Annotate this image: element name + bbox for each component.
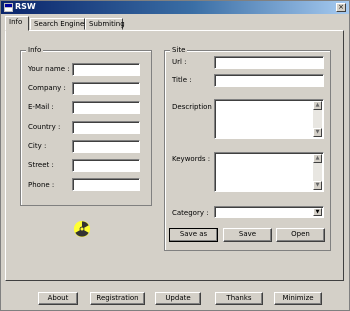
your-name-label: Your name : (28, 65, 70, 73)
country-label: Country : (28, 123, 61, 131)
company-label: Company : (28, 84, 66, 92)
keywords-label: Keywords : (172, 155, 211, 163)
city-field[interactable] (72, 140, 140, 153)
scroll-up-icon[interactable]: ▲ (313, 154, 322, 163)
category-label: Category : (172, 209, 209, 217)
save-as-label: Save as (179, 230, 208, 238)
update-button[interactable]: Update (155, 292, 201, 305)
info-tab-panel: Info Your name : Company : E-Mail : Coun… (5, 30, 344, 281)
chevron-down-icon[interactable]: ▼ (313, 208, 322, 216)
city-label: City : (28, 142, 47, 150)
thanks-button[interactable]: Thanks (215, 292, 263, 305)
update-label: Update (165, 294, 191, 302)
thanks-label: Thanks (226, 294, 252, 302)
save-as-button[interactable]: Save as (169, 228, 218, 242)
tab-search-engines-label: Search Engines (34, 20, 88, 28)
description-scrollbar[interactable]: ▲ ▼ (313, 101, 322, 137)
street-field[interactable] (72, 159, 140, 172)
category-select[interactable]: ▼ (214, 206, 324, 218)
save-label: Save (238, 230, 257, 238)
keywords-scrollbar[interactable]: ▲ ▼ (313, 154, 322, 190)
phone-label: Phone : (28, 181, 55, 189)
description-label: Description : (172, 103, 217, 111)
tab-submiting[interactable]: Submiting (85, 18, 125, 30)
title-bar[interactable]: RSW × (1, 1, 349, 14)
about-label: About (47, 294, 69, 302)
close-icon[interactable]: × (336, 3, 346, 12)
country-field[interactable] (72, 121, 140, 134)
minimize-button[interactable]: Minimize (274, 292, 322, 305)
scroll-down-icon[interactable]: ▼ (313, 128, 322, 137)
about-button[interactable]: About (38, 292, 78, 305)
info-group-legend: Info (26, 46, 44, 55)
title-label: Title : (172, 76, 192, 84)
rsw-window: RSW × Info Search Engines Submiting Info… (0, 0, 350, 311)
window-title: RSW (15, 2, 36, 11)
company-field[interactable] (72, 82, 140, 95)
registration-button[interactable]: Registration (90, 292, 145, 305)
email-field[interactable] (72, 101, 140, 114)
registration-label: Registration (96, 294, 139, 302)
minimize-label: Minimize (282, 294, 314, 302)
keywords-textarea[interactable]: ▲ ▼ (214, 152, 324, 192)
tab-info-label: Info (9, 18, 23, 26)
tab-search-engines[interactable]: Search Engines (30, 18, 88, 30)
open-label: Open (291, 230, 310, 238)
title-field[interactable] (214, 74, 324, 87)
scroll-down-icon[interactable]: ▼ (313, 181, 322, 190)
phone-field[interactable] (72, 178, 140, 191)
your-name-field[interactable] (72, 63, 140, 76)
street-label: Street : (28, 161, 54, 169)
scroll-up-icon[interactable]: ▲ (313, 101, 322, 110)
email-label: E-Mail : (28, 103, 54, 111)
tab-info[interactable]: Info (5, 16, 29, 31)
site-group-legend: Site (170, 46, 188, 55)
url-field[interactable] (214, 56, 324, 69)
url-label: Url : (172, 58, 187, 66)
save-button[interactable]: Save (223, 228, 272, 242)
tab-submiting-label: Submiting (89, 20, 125, 28)
radiation-icon (73, 220, 91, 238)
open-button[interactable]: Open (276, 228, 325, 242)
app-icon (4, 3, 13, 12)
description-textarea[interactable]: ▲ ▼ (214, 99, 324, 139)
